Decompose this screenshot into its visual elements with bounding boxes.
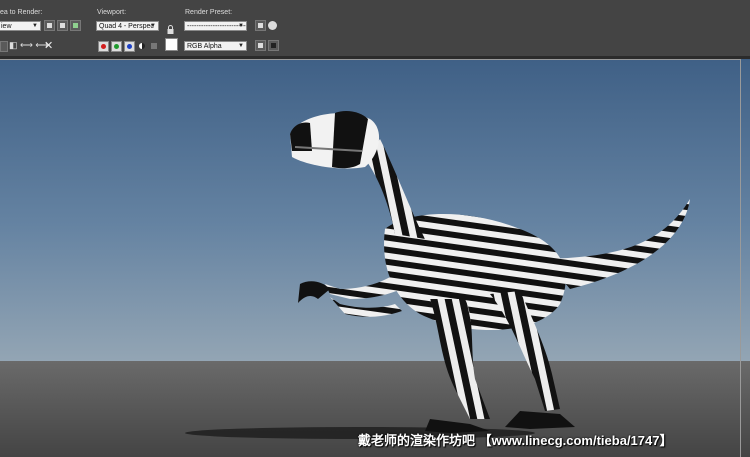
channel-display-dropdown[interactable]: RGB Alpha ▼ [184,41,247,51]
red-channel-toggle[interactable] [98,41,109,52]
render-viewport [0,59,750,457]
blue-dot-icon [127,44,132,49]
clone-window-icon[interactable] [0,41,8,52]
render-frame-toolbar: ea to Render: iew ▼ Viewport: Quad 4 - P… [0,0,750,56]
lock-icon[interactable] [167,21,174,34]
preset-settings-icon[interactable] [268,21,277,30]
viewport-dropdown[interactable]: Quad 4 - Perspec ▼ [96,21,159,31]
channel-display-value: RGB Alpha [187,43,222,50]
swatch-icon[interactable] [165,38,178,51]
preset-save-icon[interactable] [255,20,266,31]
watermark: 戴老师的渲染作坊吧 【www.linecg.com/tieba/1747】 [358,433,673,448]
save-image-icon[interactable] [57,20,68,31]
area-crop-icon[interactable] [44,20,55,31]
area-to-render-value: iew [1,23,12,30]
area-to-render-label: ea to Render: [0,9,43,16]
copy-image-icon[interactable] [70,20,81,31]
render-preset-dropdown[interactable]: --------------------------- ▼ [184,21,247,31]
mono-icon[interactable] [139,43,145,49]
clear-icon[interactable]: ✕ [44,39,53,52]
green-channel-toggle[interactable] [111,41,122,52]
display-toggle-icon[interactable] [255,40,266,51]
area-to-render-dropdown[interactable]: iew ▼ [0,21,41,31]
frame-icon[interactable] [268,40,279,51]
alpha-icon[interactable] [151,43,157,49]
chevron-down-icon: ▼ [150,23,156,29]
viewport-value: Quad 4 - Perspec [99,23,154,30]
green-dot-icon [114,44,119,49]
render-preset-label: Render Preset: [185,9,233,16]
chevron-down-icon: ▼ [238,43,244,49]
viewport-label: Viewport: [97,9,127,16]
rendered-image [0,59,750,457]
blue-channel-toggle[interactable] [124,41,135,52]
toolbar-glyphs: ◧ ⟷ ⟷ [9,40,49,50]
chevron-down-icon: ▼ [238,23,244,29]
red-dot-icon [101,44,106,49]
chevron-down-icon: ▼ [32,23,38,29]
